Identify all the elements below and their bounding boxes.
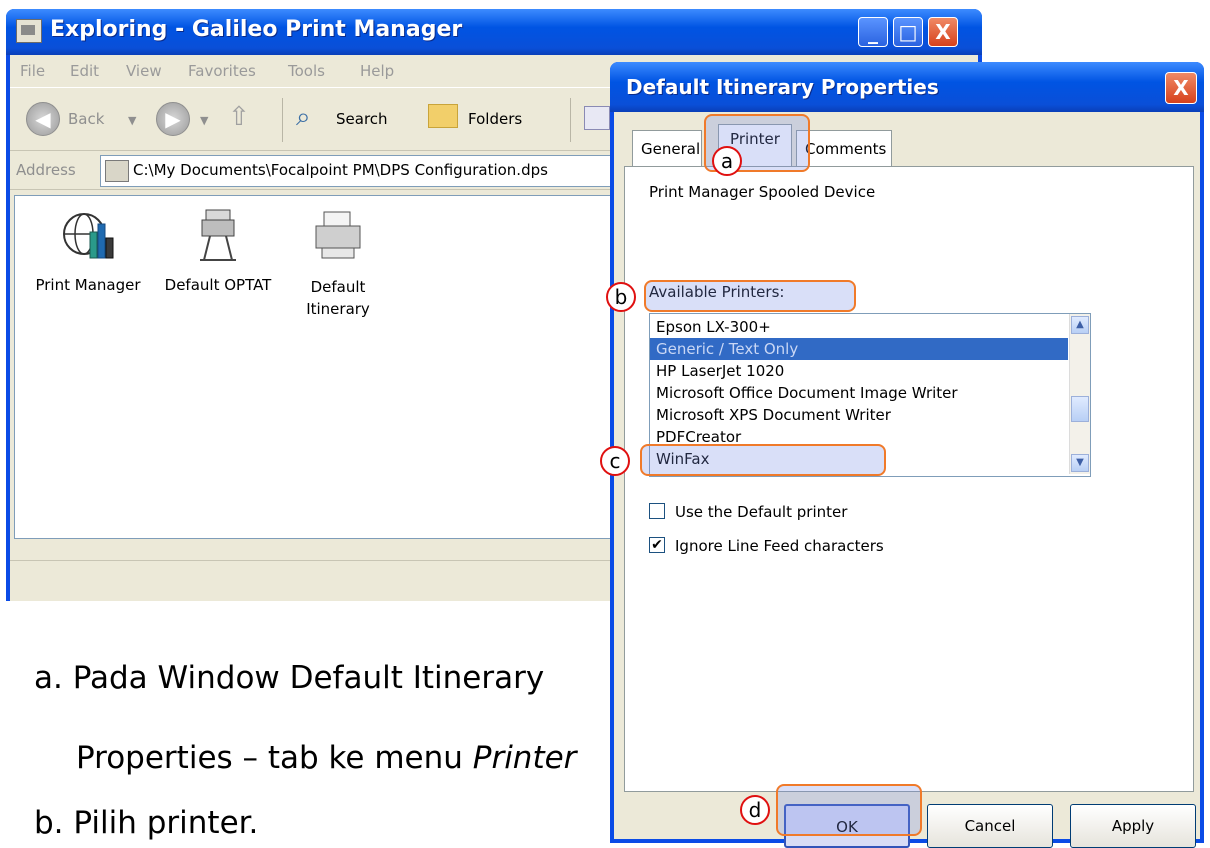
marker-d: d	[740, 795, 770, 825]
dialog-title-bar[interactable]: Default Itinerary Properties X	[610, 62, 1204, 112]
instruction-a-prefix: Properties – tab ke menu	[76, 740, 473, 776]
printer-item[interactable]: Epson LX-300+	[656, 316, 771, 338]
printer-item[interactable]: Microsoft XPS Document Writer	[656, 404, 891, 426]
scroll-thumb[interactable]	[1071, 396, 1089, 422]
explorer-title-bar[interactable]: Exploring - Galileo Print Manager _ □ X	[6, 9, 982, 55]
search-button[interactable]: Search	[336, 110, 388, 128]
explorer-app-icon	[16, 19, 42, 43]
address-value: C:\My Documents\Focalpoint PM\DPS Config…	[133, 161, 548, 179]
item-label: Print Manager	[35, 276, 141, 294]
menu-favorites[interactable]: Favorites	[188, 62, 256, 80]
checkbox-label: Ignore Line Feed characters	[675, 537, 884, 555]
toolbar-separator	[282, 98, 283, 142]
marker-a: a	[712, 146, 742, 176]
checkmark-icon[interactable]: ✔	[649, 537, 665, 553]
menu-help[interactable]: Help	[360, 62, 394, 80]
forward-arrow-icon[interactable]: ▶	[156, 102, 190, 136]
forward-dropdown-icon[interactable]: ▼	[200, 114, 208, 127]
scroll-down-icon[interactable]: ▼	[1071, 454, 1089, 472]
item-label: Default OPTAT	[164, 276, 272, 294]
back-label[interactable]: Back	[68, 110, 104, 128]
printer-icon	[315, 211, 361, 259]
tab-general[interactable]: General	[632, 130, 702, 166]
address-label: Address	[16, 161, 76, 179]
dialog-close-button[interactable]: X	[1165, 72, 1197, 104]
folders-button[interactable]: Folders	[468, 110, 522, 128]
menu-view[interactable]: View	[126, 62, 162, 80]
menu-edit[interactable]: Edit	[70, 62, 99, 80]
views-icon[interactable]	[584, 106, 610, 130]
address-folder-icon	[105, 160, 129, 182]
tab-panel-printer: Print Manager Spooled Device Available P…	[624, 166, 1194, 792]
tab-comments[interactable]: Comments	[796, 130, 892, 166]
item-default-itinerary[interactable]: Default Itinerary	[283, 208, 393, 320]
up-folder-icon[interactable]: ⇧	[228, 102, 250, 132]
printer-item-selected[interactable]: Generic / Text Only	[650, 338, 1068, 360]
printer-list-scrollbar[interactable]: ▲ ▼	[1069, 314, 1090, 474]
maximize-button[interactable]: □	[893, 17, 923, 47]
checkbox-label: Use the Default printer	[675, 503, 848, 521]
search-icon[interactable]: ⌕	[296, 102, 311, 133]
marker-c: c	[600, 446, 630, 476]
instruction-b: b. Pilih printer.	[34, 805, 259, 841]
toolbar-separator-2	[570, 98, 571, 142]
explorer-close-button[interactable]: X	[928, 17, 958, 47]
printer-item[interactable]: HP LaserJet 1020	[656, 360, 784, 382]
highlight-selected-printer	[644, 280, 856, 312]
menu-tools[interactable]: Tools	[288, 62, 325, 80]
menu-file[interactable]: File	[20, 62, 45, 80]
item-label: Default Itinerary	[306, 278, 370, 318]
globe-chart-icon	[63, 213, 114, 259]
cancel-button[interactable]: Cancel	[927, 804, 1053, 848]
marker-b: b	[606, 282, 636, 312]
printer-item[interactable]: Microsoft Office Document Image Writer	[656, 382, 958, 404]
highlight-ok-button	[776, 784, 922, 836]
apply-button[interactable]: Apply	[1070, 804, 1196, 848]
plotter-icon	[200, 209, 236, 261]
minimize-button[interactable]: _	[858, 17, 888, 47]
back-arrow-icon[interactable]: ◀	[26, 102, 60, 136]
device-label: Print Manager Spooled Device	[649, 183, 876, 201]
explorer-title: Exploring - Galileo Print Manager	[50, 17, 463, 42]
item-default-optat[interactable]: Default OPTAT	[153, 208, 283, 294]
item-print-manager[interactable]: Print Manager	[23, 208, 153, 294]
instruction-a-emphasis: Printer	[472, 740, 577, 776]
scroll-up-icon[interactable]: ▲	[1071, 316, 1089, 334]
instruction-a-line1: a. Pada Window Default Itinerary	[34, 660, 545, 696]
back-dropdown-icon[interactable]: ▼	[128, 114, 136, 127]
checkbox-box[interactable]	[649, 503, 665, 519]
dialog-title: Default Itinerary Properties	[626, 75, 939, 99]
instruction-a-line2: Properties – tab ke menu Printer	[76, 740, 576, 776]
highlight-default-printer	[640, 444, 886, 476]
folders-icon[interactable]	[428, 104, 458, 128]
